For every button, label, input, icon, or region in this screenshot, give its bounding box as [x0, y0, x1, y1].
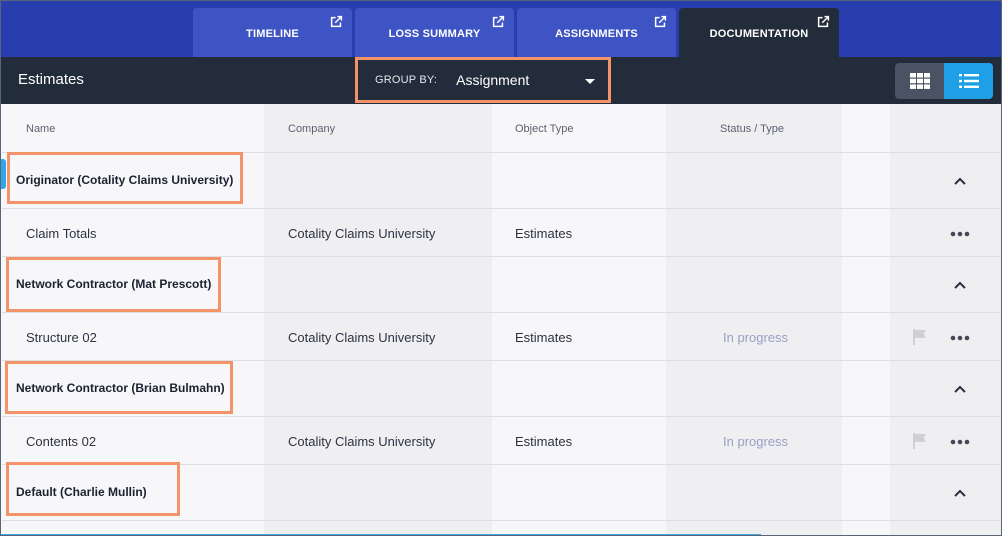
tab-label: TIMELINE	[246, 27, 299, 40]
column-header-status[interactable]: Status / Type	[720, 123, 784, 135]
group-by-value: Assignment	[456, 72, 530, 88]
flag-icon[interactable]	[911, 328, 929, 346]
grid-icon	[909, 73, 930, 89]
more-options-icon[interactable]	[949, 230, 971, 238]
tab-label: ASSIGNMENTS	[555, 27, 638, 40]
highlight-box	[6, 462, 180, 516]
table-row[interactable]: Claim Totals Cotality Claims University …	[2, 209, 1001, 257]
grid-view-button[interactable]	[895, 63, 944, 99]
column-header-object-type[interactable]: Object Type	[515, 123, 574, 135]
row-name: Structure 02	[26, 330, 97, 345]
estimates-table: Name Company Object Type Status / Type O…	[2, 104, 1001, 535]
row-status: In progress	[723, 330, 789, 345]
app-frame: TIMELINE LOSS SUMMARY ASSIGNMENTS DOCUME…	[0, 0, 1002, 536]
chevron-up-icon[interactable]	[952, 381, 968, 397]
external-link-icon[interactable]	[816, 14, 831, 29]
external-link-icon[interactable]	[653, 14, 668, 29]
chevron-up-icon[interactable]	[952, 277, 968, 293]
column-header-company[interactable]: Company	[288, 123, 335, 135]
row-object-type: Estimates	[515, 434, 573, 449]
tab-label: LOSS SUMMARY	[388, 27, 481, 40]
list-icon	[958, 74, 979, 88]
tab-bar: TIMELINE LOSS SUMMARY ASSIGNMENTS DOCUME…	[1, 1, 1001, 57]
row-name: Contents 02	[26, 434, 97, 449]
table-row[interactable]: Contents 02 Cotality Claims University E…	[2, 417, 1001, 465]
external-link-icon[interactable]	[329, 14, 344, 29]
group-by-label: GROUP BY:	[375, 74, 438, 86]
caret-down-icon	[585, 79, 595, 84]
chevron-up-icon[interactable]	[952, 485, 968, 501]
highlight-box	[6, 257, 221, 312]
more-options-icon[interactable]	[949, 438, 971, 446]
row-object-type: Estimates	[515, 330, 573, 345]
tab-assignments[interactable]: ASSIGNMENTS	[517, 8, 676, 57]
more-options-icon[interactable]	[949, 334, 971, 342]
tab-label: DOCUMENTATION	[709, 27, 809, 40]
table-header-row: Name Company Object Type Status / Type	[2, 104, 1001, 153]
external-link-icon[interactable]	[491, 14, 506, 29]
page-title: Estimates	[18, 71, 84, 88]
highlight-box	[5, 361, 233, 414]
view-toggle	[895, 63, 993, 99]
chevron-up-icon[interactable]	[952, 173, 968, 189]
row-company: Cotality Claims University	[288, 330, 436, 345]
row-object-type: Estimates	[515, 226, 573, 241]
tab-loss-summary[interactable]: LOSS SUMMARY	[355, 8, 514, 57]
tab-timeline[interactable]: TIMELINE	[193, 8, 352, 57]
row-name: Claim Totals	[26, 226, 97, 241]
side-panel-handle[interactable]	[1, 159, 6, 189]
list-view-button[interactable]	[944, 63, 993, 99]
row-company: Cotality Claims University	[288, 434, 436, 449]
column-header-name[interactable]: Name	[26, 123, 55, 135]
tab-documentation[interactable]: DOCUMENTATION	[679, 8, 839, 57]
table-row[interactable]: Structure 02 Cotality Claims University …	[2, 313, 1001, 361]
flag-icon[interactable]	[911, 432, 929, 450]
row-status: In progress	[723, 434, 789, 449]
highlight-box	[7, 152, 243, 204]
section-header: Estimates GROUP BY: Assignment	[1, 57, 1001, 104]
row-company: Cotality Claims University	[288, 226, 436, 241]
group-by-select[interactable]: GROUP BY: Assignment	[355, 57, 611, 103]
